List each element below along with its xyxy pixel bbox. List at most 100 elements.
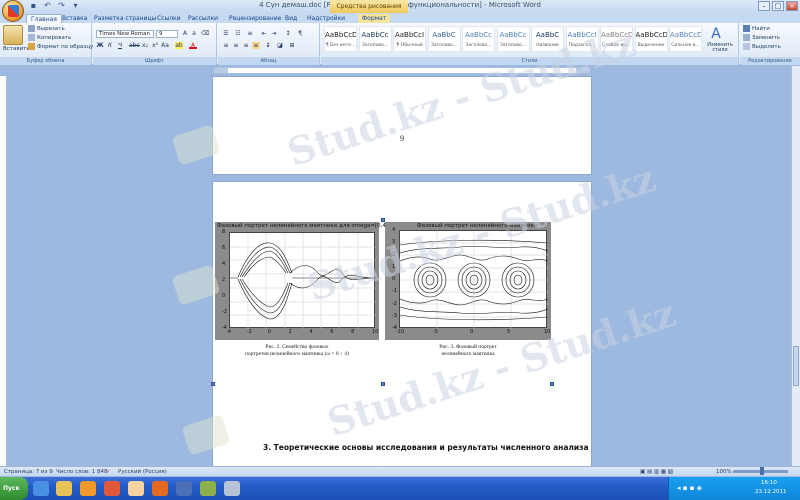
selection-handle[interactable] bbox=[211, 382, 215, 386]
justify-icon[interactable]: ≡ bbox=[252, 42, 260, 49]
strikethrough-icon[interactable]: abc bbox=[129, 42, 140, 49]
sort-icon[interactable]: ↕ bbox=[284, 30, 292, 37]
cut-button[interactable]: Вырезать bbox=[28, 25, 65, 33]
page-count-status[interactable]: Страница: 7 из 9 bbox=[4, 468, 53, 476]
paste-button[interactable]: Вставить bbox=[3, 45, 30, 53]
word-count-status[interactable]: Число слов: 1 848 bbox=[56, 468, 108, 476]
binoculars-icon bbox=[743, 25, 750, 32]
selection-handle[interactable] bbox=[550, 382, 554, 386]
minimize-button[interactable]: – bbox=[758, 1, 770, 11]
document-page-current[interactable]: Фазовый портрет нелинейного маятника для… bbox=[211, 181, 592, 471]
borders-icon[interactable]: ⊞ bbox=[288, 42, 296, 49]
style-gallery-item[interactable]: AaBbCc Заголово... bbox=[358, 26, 392, 52]
tab-format[interactable]: Формат bbox=[358, 14, 391, 23]
style-gallery-item[interactable]: AaBbCcD Слабое вы... bbox=[600, 26, 633, 52]
style-gallery-item[interactable]: AaBbCcDc ¶ Без инте... bbox=[324, 26, 357, 52]
multilevel-list-icon[interactable]: ≡ bbox=[246, 30, 254, 37]
style-gallery-item[interactable]: AaBbCc Заголово... bbox=[496, 26, 530, 52]
shading-icon[interactable]: ◪ bbox=[276, 42, 284, 49]
opera-icon[interactable] bbox=[104, 481, 120, 496]
tab-insert[interactable]: Вставка bbox=[62, 14, 87, 23]
vertical-scrollbar[interactable] bbox=[791, 66, 800, 466]
tab-mailings[interactable]: Рассылки bbox=[188, 14, 218, 23]
superscript-icon[interactable]: x² bbox=[151, 42, 159, 49]
folder-icon[interactable] bbox=[56, 481, 72, 496]
subscript-icon[interactable]: x₂ bbox=[141, 42, 149, 49]
axis-tick-label: 3 bbox=[392, 239, 396, 246]
zoom-slider-knob[interactable] bbox=[760, 467, 764, 475]
change-case-icon[interactable]: Aa bbox=[161, 42, 169, 49]
format-painter-button[interactable]: Формат по образцу bbox=[28, 43, 93, 51]
tab-review[interactable]: Рецензирование bbox=[229, 14, 281, 23]
office-button[interactable] bbox=[2, 0, 24, 22]
shrink-font-icon[interactable]: a bbox=[190, 30, 198, 37]
tray-icons[interactable]: ◂ ▪ ▪ ◈ bbox=[677, 484, 702, 492]
font-color-icon[interactable]: A bbox=[189, 42, 197, 49]
style-gallery-item[interactable]: AaBbCc Заголово... bbox=[462, 26, 495, 52]
figure-3-chart[interactable]: Фазовый портрет нелинейного маятника 4 3… bbox=[385, 222, 551, 340]
select-button[interactable]: Выделить bbox=[743, 43, 781, 51]
document-page-previous[interactable]: 9 bbox=[212, 76, 592, 175]
proofing-icon[interactable]: ✓ bbox=[106, 468, 111, 476]
start-button[interactable]: Пуск bbox=[0, 477, 28, 500]
change-styles-icon[interactable]: A bbox=[707, 26, 725, 42]
align-right-icon[interactable]: ≡ bbox=[242, 42, 250, 49]
align-left-icon[interactable]: ≡ bbox=[222, 42, 230, 49]
underline-icon[interactable]: Ч bbox=[116, 42, 124, 49]
font-family-select[interactable]: Times New Roman bbox=[96, 30, 154, 38]
replace-button[interactable]: Заменить bbox=[743, 34, 780, 42]
word-icon[interactable] bbox=[176, 481, 192, 496]
firefox-icon[interactable] bbox=[152, 481, 168, 496]
media-player-icon[interactable] bbox=[80, 481, 96, 496]
style-gallery-item[interactable]: AaBbCcD Сильное в... bbox=[669, 26, 702, 52]
figure-2-chart[interactable]: Фазовый портрет нелинейного маятника для… bbox=[215, 222, 388, 340]
line-spacing-icon[interactable]: ↨ bbox=[264, 42, 272, 49]
style-gallery-item[interactable]: AaBbCcD Выделение bbox=[634, 26, 668, 52]
numbering-icon[interactable]: ☷ bbox=[234, 30, 242, 37]
change-styles-button[interactable]: Изменить стили bbox=[703, 43, 737, 53]
tab-view[interactable]: Вид bbox=[285, 14, 297, 23]
app-icon[interactable] bbox=[128, 481, 144, 496]
selection-handle[interactable] bbox=[381, 382, 385, 386]
increase-indent-icon[interactable]: ⇥ bbox=[270, 30, 278, 37]
show-marks-icon[interactable]: ¶ bbox=[296, 30, 304, 37]
language-status[interactable]: Русский (Россия) bbox=[118, 468, 167, 476]
tab-addins[interactable]: Надстройки bbox=[307, 14, 345, 23]
maximize-button[interactable]: □ bbox=[772, 1, 784, 11]
styles-group-label: Стили bbox=[321, 57, 738, 65]
font-size-select[interactable]: 9 bbox=[156, 30, 178, 38]
scrollbar-thumb[interactable] bbox=[793, 346, 799, 386]
app-icon[interactable] bbox=[200, 481, 216, 496]
style-gallery-item[interactable]: AaBbCcI ¶ Обычный bbox=[393, 26, 426, 52]
close-button[interactable]: × bbox=[786, 1, 798, 11]
ruler-margin-right bbox=[576, 68, 590, 73]
horizontal-ruler[interactable] bbox=[213, 67, 591, 74]
view-buttons[interactable]: ▣ ▤ ▥ ▦ ▧ bbox=[640, 468, 673, 476]
tab-home[interactable]: Главная bbox=[26, 14, 62, 23]
find-button[interactable]: Найти bbox=[743, 25, 770, 33]
clear-format-icon[interactable]: ⌫ bbox=[201, 30, 209, 37]
clock-time[interactable]: 16:10 bbox=[761, 480, 777, 486]
align-center-icon[interactable]: ≡ bbox=[232, 42, 240, 49]
paste-icon[interactable] bbox=[3, 25, 23, 45]
style-gallery-item[interactable]: AaBbC Название bbox=[531, 26, 564, 52]
grow-font-icon[interactable]: A bbox=[181, 30, 189, 37]
decrease-indent-icon[interactable]: ⇤ bbox=[260, 30, 268, 37]
zoom-level[interactable]: 100% bbox=[716, 468, 732, 476]
highlight-icon[interactable]: ab bbox=[175, 42, 183, 49]
vertical-ruler[interactable] bbox=[0, 76, 7, 466]
style-gallery-item[interactable]: AaBbC Заголово... bbox=[427, 26, 461, 52]
axis-tick-label: 5 bbox=[507, 329, 511, 335]
copy-button[interactable]: Копировать bbox=[28, 34, 71, 42]
tab-page-layout[interactable]: Разметка страницы bbox=[94, 14, 156, 23]
selection-handle[interactable] bbox=[381, 218, 385, 222]
figure-3-caption: Рис. 3. Фазовый портрет нелинейного маят… bbox=[385, 344, 551, 358]
tab-references[interactable]: Ссылки bbox=[157, 14, 181, 23]
italic-icon[interactable]: К bbox=[106, 42, 114, 49]
clock-date[interactable]: 23.12.2011 bbox=[755, 489, 787, 495]
internet-explorer-icon[interactable] bbox=[33, 481, 49, 496]
bold-icon[interactable]: Ж bbox=[96, 42, 104, 49]
style-gallery-item[interactable]: AaBbCcI Подзагол... bbox=[565, 26, 599, 52]
app-icon[interactable] bbox=[224, 481, 240, 496]
bullets-icon[interactable]: ☰ bbox=[222, 30, 230, 37]
